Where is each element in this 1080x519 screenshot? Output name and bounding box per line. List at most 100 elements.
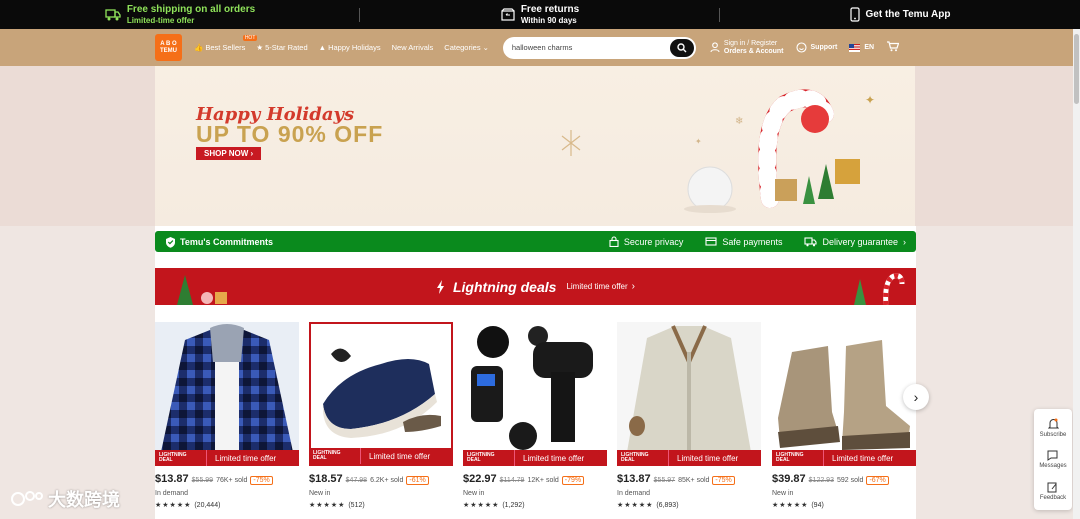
holiday-hero-banner[interactable]: Happy Holidays UP TO 90% OFF SHOP NOW › …: [0, 66, 1080, 226]
categories-label: Categories: [444, 43, 481, 52]
language-selector[interactable]: EN: [849, 43, 875, 52]
original-price: $47.98: [345, 477, 368, 484]
massage-gun-image: [471, 326, 593, 450]
review-count: (512): [348, 502, 365, 509]
side-floating-panel: Subscribe Messages Feedback: [1034, 409, 1072, 510]
nav-best-sellers[interactable]: 👍 Best Sellers HOT: [194, 35, 258, 52]
main-nav: A B O TEMU 👍 Best Sellers HOT ★ 5-Star R…: [0, 29, 1080, 66]
messages-label: Messages: [1039, 463, 1067, 470]
rating: ★★★★★ (1,292): [463, 501, 607, 509]
product-image[interactable]: LIGHTNING DEAL Limited time offer: [772, 322, 916, 466]
nav-categories[interactable]: Categories ⌄: [444, 43, 489, 52]
search-button[interactable]: [669, 38, 694, 57]
product-card[interactable]: LIGHTNING DEAL Limited time offer $13.87 $5…: [617, 322, 761, 509]
phone-icon: [849, 7, 860, 22]
lightning-deals-title: Lightning deals: [452, 278, 557, 295]
carousel-next-button[interactable]: ›: [903, 384, 929, 410]
scrollbar-thumb[interactable]: [1074, 34, 1079, 104]
nav-five-star[interactable]: ★ 5-Star Rated: [256, 43, 307, 52]
search-input[interactable]: [511, 43, 662, 52]
product-card[interactable]: LIGHTNING DEAL Limited time offer $39.87 $1…: [772, 322, 916, 509]
thumbs-up-icon: 👍: [194, 43, 204, 52]
product-image[interactable]: LIGHTNING DEAL Limited time offer: [617, 322, 761, 466]
return-box-icon: [501, 8, 515, 21]
product-price: $13.87: [155, 473, 189, 485]
free-returns-promo[interactable]: Free returns Within 90 days: [360, 0, 720, 29]
logo-bottom-text: TEMU: [160, 47, 177, 54]
messages-button[interactable]: Messages: [1039, 450, 1067, 470]
cart-button[interactable]: [886, 41, 900, 54]
product-image[interactable]: LIGHTNING DEAL Limited time offer: [463, 322, 607, 466]
product-price: $13.87: [617, 473, 651, 485]
review-count: (6,893): [656, 502, 679, 509]
smile-support-icon: [795, 42, 807, 53]
message-icon: [1047, 450, 1058, 462]
sold-count: 76K+ sold: [216, 477, 248, 484]
product-price: $18.57: [309, 473, 343, 485]
badge-label: Limited time offer: [677, 453, 739, 463]
nav-happy-holidays[interactable]: ▲ Happy Holidays: [319, 43, 381, 52]
commitments-bar[interactable]: Temu's Commitments Secure privacy Safe p…: [155, 231, 916, 252]
product-price: $39.87: [772, 473, 806, 485]
delivery-guarantee-label: Delivery guarantee: [822, 236, 898, 247]
shipping-subtitle: Limited-time offer: [126, 15, 195, 25]
logo-top-text: A B O: [160, 40, 177, 47]
feedback-label: Feedback: [1039, 494, 1067, 501]
subscribe-label: Subscribe: [1039, 432, 1067, 439]
product-card[interactable]: LIGHTNING DEAL Limited time offer $18.57 $4…: [309, 322, 453, 509]
product-tag: New in: [309, 490, 331, 497]
lightning-deals-banner[interactable]: Lightning deals Limited time offer ›: [155, 268, 916, 305]
feedback-button[interactable]: Feedback: [1040, 482, 1066, 501]
review-count: (94): [811, 502, 824, 509]
original-price: $114.79: [499, 477, 525, 484]
discount-badge: -75%: [250, 476, 273, 485]
hero-offer: UP TO 90% OFF: [196, 121, 384, 147]
product-carousel: LIGHTNING DEAL Limited time offer $13.87 $5…: [155, 322, 916, 519]
product-card[interactable]: LIGHTNING DEAL Limited time offer $13.87 $5…: [155, 322, 299, 509]
badge-line2: DEAL: [467, 457, 481, 463]
badge-line2: DEAL: [621, 457, 635, 463]
shop-now-button[interactable]: SHOP NOW ›: [196, 147, 262, 160]
lightning-deal-badge: LIGHTNING DEAL Limited time offer: [311, 448, 451, 464]
cart-icon: [887, 41, 900, 52]
commitments-title: Temu's Commitments: [180, 236, 273, 247]
signin-label: Sign in / Register: [723, 39, 778, 47]
rating: ★★★★★ (20,444): [155, 501, 299, 509]
subscribe-button[interactable]: Subscribe: [1039, 418, 1067, 439]
lightning-deal-badge: LIGHTNING DEAL Limited time offer: [617, 450, 761, 466]
review-count: (20,444): [194, 502, 221, 509]
temu-logo[interactable]: A B O TEMU: [155, 34, 182, 61]
watermark: 大数跨境: [10, 486, 120, 512]
free-shipping-promo[interactable]: Free shipping on all orders Limited-time …: [0, 0, 360, 29]
holiday-decor-illustration: ✦ ❄ ✦: [684, 89, 875, 213]
watermark-logo-icon: [11, 491, 43, 506]
returns-subtitle: Within 90 days: [520, 15, 577, 25]
user-icon: [710, 42, 720, 53]
discount-badge: -67%: [866, 476, 889, 485]
holidays-label: Happy Holidays: [328, 43, 381, 52]
product-image[interactable]: LIGHTNING DEAL Limited time offer: [155, 322, 299, 466]
top-promo-bar: Free shipping on all orders Limited-time …: [0, 0, 1080, 29]
support-link[interactable]: Support: [795, 42, 837, 53]
decor-candy-right: [854, 273, 905, 305]
sold-count: 592 sold: [836, 477, 864, 484]
lightning-deal-badge: LIGHTNING DEAL Limited time offer: [155, 450, 299, 466]
nav-new-arrivals[interactable]: New Arrivals: [392, 43, 434, 52]
discount-badge: -75%: [712, 476, 735, 485]
product-card[interactable]: LIGHTNING DEAL Limited time offer $22.97 $1…: [463, 322, 607, 509]
snowflake-icon: [561, 130, 581, 156]
shield-check-icon: [166, 236, 175, 248]
badge-label: Limited time offer: [369, 451, 431, 461]
review-count: (1,292): [502, 502, 525, 509]
watermark-text: 大数跨境: [48, 490, 120, 510]
tactical-boots-image: [778, 340, 910, 450]
get-app-link[interactable]: Get the Temu App: [720, 0, 1080, 29]
original-price: $55.99: [191, 477, 214, 484]
language-label: EN: [864, 43, 875, 51]
lightning-deals-subtitle: Limited time offer: [566, 282, 628, 291]
get-app-label: Get the Temu App: [865, 9, 951, 20]
sold-count: 6.2K+ sold: [370, 477, 404, 484]
product-image[interactable]: LIGHTNING DEAL Limited time offer: [309, 322, 453, 466]
account-menu[interactable]: Sign in / Register Orders & Account: [710, 40, 784, 56]
chevron-right-icon: ›: [913, 389, 919, 405]
